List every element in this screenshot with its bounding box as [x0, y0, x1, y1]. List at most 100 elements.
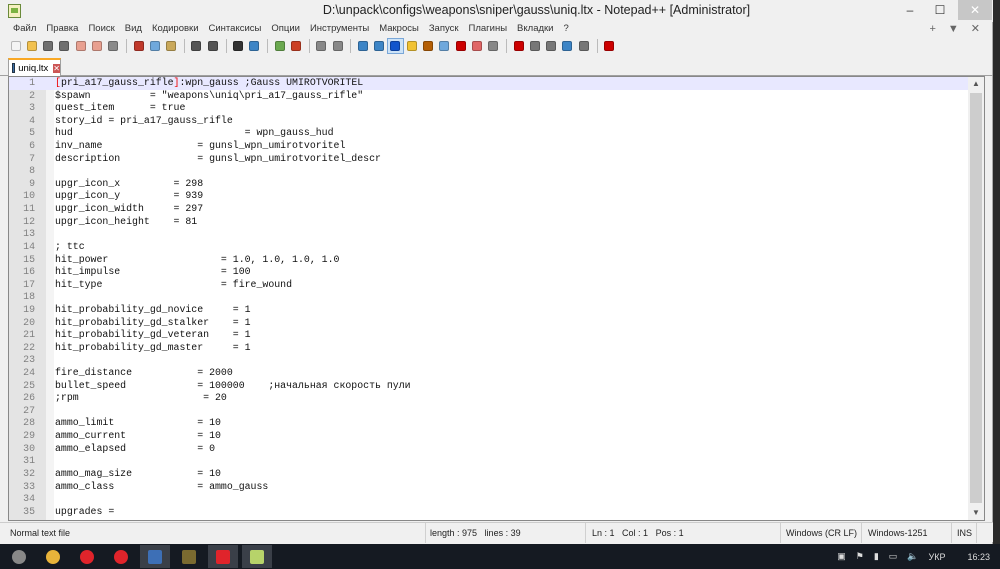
scroll-down-icon[interactable]: ▼	[968, 506, 984, 520]
close-all-button[interactable]	[89, 39, 104, 53]
editor-line[interactable]: 30 ammo_elapsed = 0	[9, 443, 969, 456]
taskbar-start-button[interactable]	[4, 545, 34, 568]
editor-line[interactable]: 8	[9, 165, 969, 178]
cut-button[interactable]	[131, 39, 146, 53]
menu-item-2[interactable]: Поиск	[83, 22, 119, 36]
open-file-button[interactable]	[24, 39, 39, 53]
maximize-button[interactable]: ☐	[926, 0, 954, 20]
menu-item-5[interactable]: Синтаксисы	[204, 22, 267, 36]
monitoring-button[interactable]	[486, 39, 501, 53]
new-tab-button[interactable]: +	[929, 22, 935, 36]
vertical-scrollbar[interactable]: ▲ ▼	[968, 77, 984, 520]
editor-line[interactable]: 22 hit_probability_gd_master = 1	[9, 342, 969, 355]
editor-line[interactable]: 27	[9, 405, 969, 418]
run-macro-multiple-button[interactable]	[560, 39, 575, 53]
editor-line[interactable]: 35 upgrades =	[9, 506, 969, 519]
editor-line[interactable]: 31	[9, 455, 969, 468]
taskbar-chrome-button[interactable]	[38, 545, 68, 568]
taskbar-opera-button[interactable]	[72, 545, 102, 568]
editor-line[interactable]: 4 story_id = pri_a17_gauss_rifle	[9, 115, 969, 128]
taskbar-floppy-app-button[interactable]	[140, 545, 170, 568]
copy-button[interactable]	[147, 39, 162, 53]
editor-line[interactable]: 16 hit_impulse = 100	[9, 266, 969, 279]
show-all-chars-button[interactable]	[372, 39, 387, 53]
tab-close-icon[interactable]: ✕	[53, 63, 60, 73]
menu-item-1[interactable]: Правка	[41, 22, 83, 36]
spell-check-button[interactable]	[602, 39, 617, 53]
function-list-button[interactable]	[453, 39, 468, 53]
editor-line[interactable]: 32 ammo_mag_size = 10	[9, 468, 969, 481]
minimize-button[interactable]: –	[896, 0, 924, 20]
menu-item-4[interactable]: Кодировки	[147, 22, 204, 36]
clock[interactable]: 16:23	[967, 552, 990, 562]
text-editor[interactable]: 1 [pri_a17_gauss_rifle]:wpn_gauss ;Gauss …	[8, 76, 985, 521]
close-window-button[interactable]: ✕	[958, 0, 992, 20]
editor-line[interactable]: 23	[9, 354, 969, 367]
monitor-icon[interactable]: ▭	[889, 551, 898, 562]
replace-button[interactable]	[247, 39, 262, 53]
taskbar-opera-button[interactable]	[208, 545, 238, 568]
editor-line[interactable]: 28 ammo_limit = 10	[9, 417, 969, 430]
editor-line[interactable]: 11 upgr_icon_width = 297	[9, 203, 969, 216]
indent-guide-button[interactable]	[386, 38, 404, 54]
editor-line[interactable]: 15 hit_power = 1.0, 1.0, 1.0, 1.0	[9, 254, 969, 267]
undo-button[interactable]	[189, 39, 204, 53]
menu-item-6[interactable]: Опции	[266, 22, 305, 36]
editor-line[interactable]: 20 hit_probability_gd_stalker = 1	[9, 317, 969, 330]
editor-line[interactable]: 21 hit_probability_gd_veteran = 1	[9, 329, 969, 342]
menu-item-7[interactable]: Инструменты	[305, 22, 374, 36]
volume-icon[interactable]: 🔈	[907, 551, 918, 562]
editor-line[interactable]: 5 hud = wpn_gauss_hud	[9, 127, 969, 140]
editor-line[interactable]: 3 quest_item = true	[9, 102, 969, 115]
play-macro-button[interactable]	[544, 39, 559, 53]
scrollbar-thumb[interactable]	[970, 93, 982, 503]
udl-button[interactable]	[404, 39, 419, 53]
save-all-button[interactable]	[57, 39, 72, 53]
close-button[interactable]	[73, 39, 88, 53]
word-wrap-button[interactable]	[355, 39, 370, 53]
taskbar-yandex-browser-button[interactable]	[106, 545, 136, 568]
menu-item-3[interactable]: Вид	[120, 22, 147, 36]
editor-line[interactable]: 24 fire_distance = 2000	[9, 367, 969, 380]
sync-horizontal-button[interactable]	[330, 39, 345, 53]
save-macro-button[interactable]	[576, 39, 591, 53]
stop-macro-button[interactable]	[527, 39, 542, 53]
paste-button[interactable]	[164, 39, 179, 53]
tab-list-dropdown[interactable]: ▼	[948, 22, 959, 36]
record-macro-button[interactable]	[511, 39, 526, 53]
editor-line[interactable]: 33 ammo_class = ammo_gauss	[9, 481, 969, 494]
battery-icon[interactable]: ▮	[874, 551, 879, 562]
folder-workspace-button[interactable]	[469, 39, 484, 53]
editor-line[interactable]: 13	[9, 228, 969, 241]
editor-line[interactable]: 17 hit_type = fire_wound	[9, 279, 969, 292]
editor-line[interactable]: 29 ammo_current = 10	[9, 430, 969, 443]
taskbar-notepadpp-button[interactable]	[242, 545, 272, 568]
editor-line[interactable]: 12 upgr_icon_height = 81	[9, 216, 969, 229]
editor-lines[interactable]: 1 [pri_a17_gauss_rifle]:wpn_gauss ;Gauss …	[9, 77, 969, 518]
network-icon[interactable]: ▣	[837, 551, 846, 562]
print-button[interactable]	[106, 39, 121, 53]
menu-item-12[interactable]: ?	[558, 22, 573, 36]
close-tab-button[interactable]: ✕	[971, 22, 980, 36]
editor-line[interactable]: 7 description = gunsl_wpn_umirotvoritel_d…	[9, 153, 969, 166]
scroll-up-icon[interactable]: ▲	[968, 77, 984, 91]
editor-line[interactable]: 10 upgr_icon_y = 939	[9, 190, 969, 203]
doc-list-button[interactable]	[437, 39, 452, 53]
redo-button[interactable]	[205, 39, 220, 53]
menu-item-9[interactable]: Запуск	[424, 22, 464, 36]
editor-line[interactable]: 14 ; ttc	[9, 241, 969, 254]
language-indicator[interactable]: УКР	[929, 552, 946, 562]
save-button[interactable]	[41, 39, 56, 53]
editor-line[interactable]: 18	[9, 291, 969, 304]
menu-item-11[interactable]: Вкладки	[512, 22, 558, 36]
doc-map-button[interactable]	[421, 39, 436, 53]
editor-line[interactable]: 6 inv_name = gunsl_wpn_umirotvoritel	[9, 140, 969, 153]
editor-line[interactable]: 19 hit_probability_gd_novice = 1	[9, 304, 969, 317]
tab-uniq-ltx[interactable]: uniq.ltx ✕	[8, 58, 61, 76]
menu-item-10[interactable]: Плагины	[464, 22, 513, 36]
menu-item-0[interactable]: Файл	[8, 22, 41, 36]
editor-line[interactable]: 34	[9, 493, 969, 506]
editor-line[interactable]: 26 ;rpm = 20	[9, 392, 969, 405]
editor-line[interactable]: 1 [pri_a17_gauss_rifle]:wpn_gauss ;Gauss …	[9, 77, 969, 90]
flag-icon[interactable]: ⚑	[856, 551, 864, 562]
